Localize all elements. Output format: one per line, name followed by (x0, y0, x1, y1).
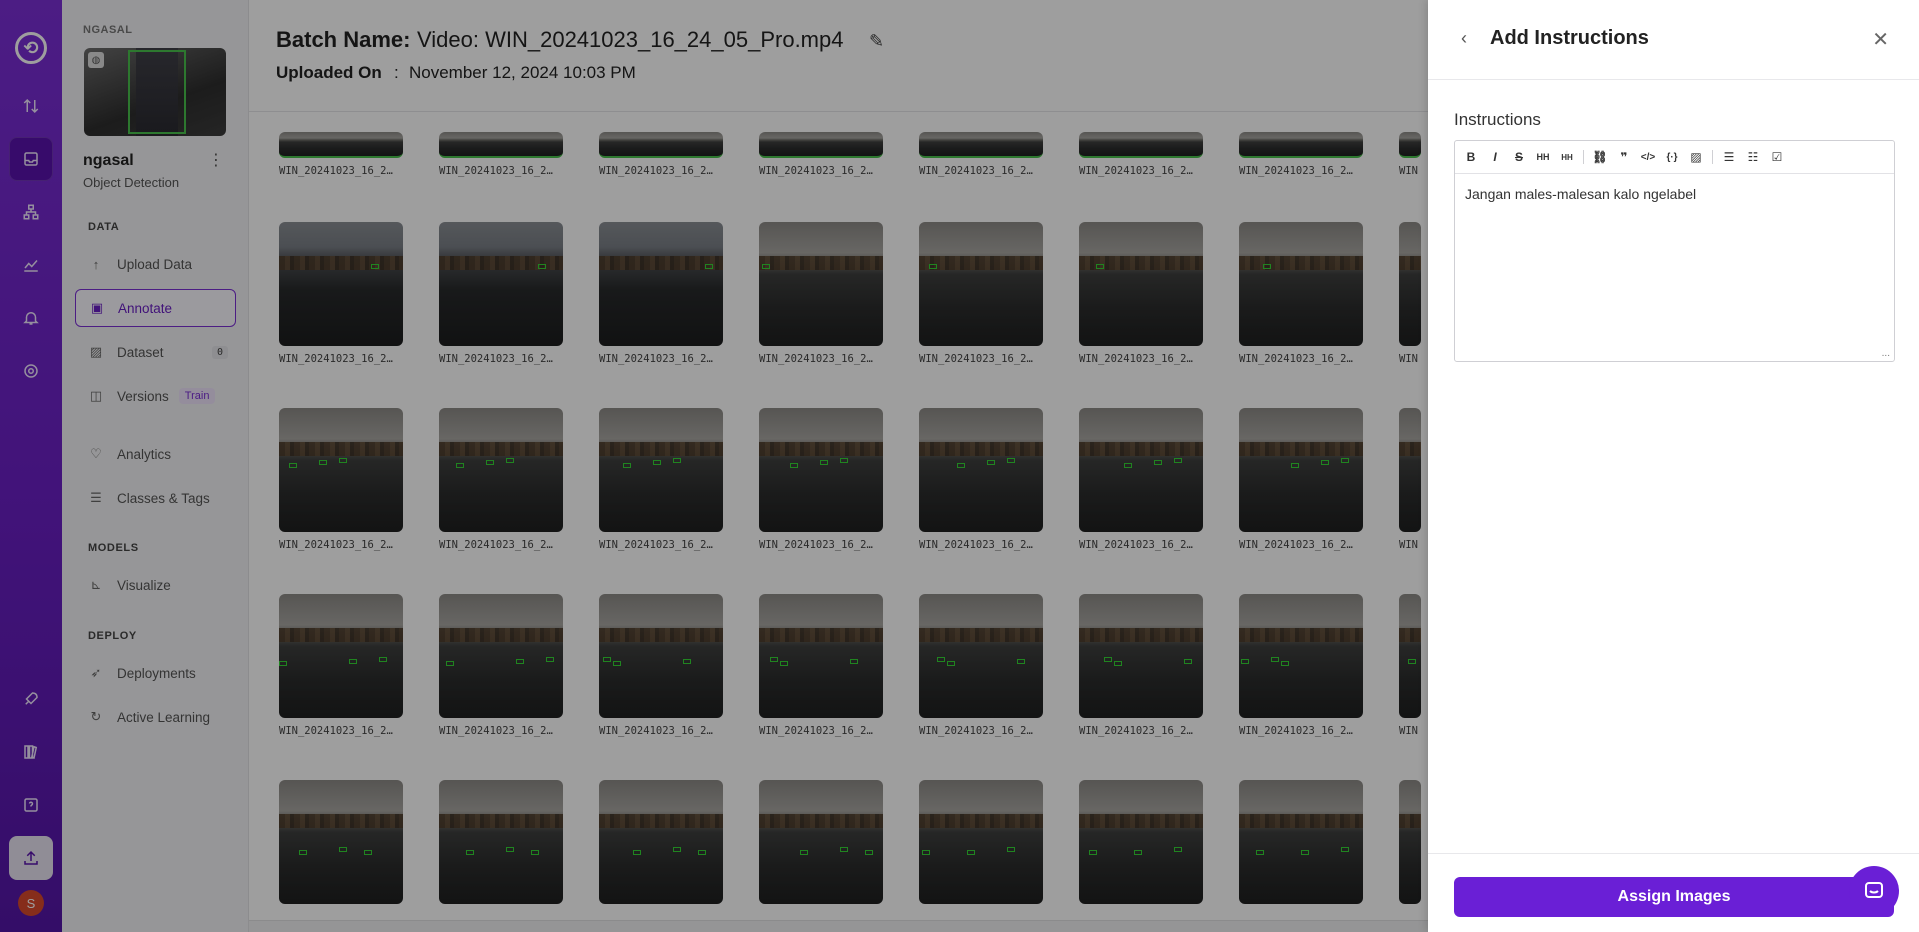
instructions-drawer: ‹ Add Instructions ✕ Instructions B I S … (1428, 0, 1919, 932)
heading-icon[interactable]: HH (1535, 149, 1551, 165)
drawer-title: Add Instructions (1490, 27, 1649, 49)
instructions-editor[interactable]: B I S HH HH ⛓ ❞ </> {·} ▨ ☰ ☷ ☑ Jangan m… (1454, 140, 1895, 362)
code-block-icon[interactable]: {·} (1664, 149, 1680, 165)
italic-icon[interactable]: I (1487, 149, 1503, 165)
image-icon[interactable]: ▨ (1688, 149, 1704, 165)
heading-small-icon[interactable]: HH (1559, 149, 1575, 165)
instructions-label: Instructions (1454, 110, 1541, 129)
chat-icon[interactable] (1849, 866, 1899, 916)
quote-icon[interactable]: ❞ (1616, 149, 1632, 165)
resize-grip-icon[interactable]: ... (1882, 348, 1890, 359)
modal-backdrop[interactable] (0, 0, 1428, 932)
editor-toolbar: B I S HH HH ⛓ ❞ </> {·} ▨ ☰ ☷ ☑ (1455, 141, 1894, 174)
code-icon[interactable]: </> (1640, 149, 1656, 165)
drawer-header: ‹ Add Instructions ✕ (1428, 0, 1919, 80)
instructions-text[interactable]: Jangan males-malesan kalo ngelabel (1455, 174, 1894, 214)
link-icon[interactable]: ⛓ (1592, 149, 1608, 165)
drawer-footer: Assign Images (1428, 853, 1919, 932)
close-icon[interactable]: ✕ (1872, 27, 1889, 52)
assign-images-button[interactable]: Assign Images (1454, 877, 1894, 917)
back-chevron-icon[interactable]: ‹ (1461, 28, 1467, 49)
bold-icon[interactable]: B (1463, 149, 1479, 165)
task-list-icon[interactable]: ☑ (1769, 149, 1785, 165)
numbered-list-icon[interactable]: ☷ (1745, 149, 1761, 165)
bulleted-list-icon[interactable]: ☰ (1721, 149, 1737, 165)
strikethrough-icon[interactable]: S (1511, 149, 1527, 165)
